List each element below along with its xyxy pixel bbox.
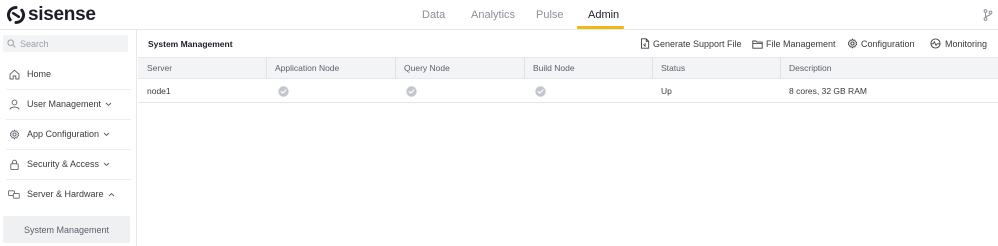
search-input[interactable] xyxy=(20,38,120,49)
sidebar-item-home[interactable]: Home xyxy=(0,59,137,89)
active-tab-indicator xyxy=(577,26,624,29)
sisense-logo-icon xyxy=(7,6,25,24)
sidebar: Home User Management App Configuration S… xyxy=(0,30,137,246)
folder-icon xyxy=(752,40,763,49)
branch-icon[interactable] xyxy=(983,9,993,21)
sidebar-item-app-configuration[interactable]: App Configuration xyxy=(0,119,137,149)
servers-icon xyxy=(8,188,20,200)
column-header-description[interactable]: Description xyxy=(780,58,832,78)
sidebar-item-label: User Management xyxy=(27,99,102,109)
main-content: System Management Generate Support File … xyxy=(138,30,998,246)
configuration-button[interactable]: Configuration xyxy=(847,30,915,57)
nav-tab-data[interactable]: Data xyxy=(422,0,445,30)
action-label: Generate Support File xyxy=(653,38,742,49)
sidebar-item-label: Home xyxy=(27,69,52,79)
sidebar-item-user-management[interactable]: User Management xyxy=(0,89,137,119)
table-header: Server Application Node Query Node Build… xyxy=(138,57,998,79)
logo-text: sisense xyxy=(28,4,96,25)
action-label: Monitoring xyxy=(945,38,988,49)
sidebar-item-label: Security & Access xyxy=(27,159,100,169)
servers-table: Server Application Node Query Node Build… xyxy=(138,57,998,103)
cell-query-node xyxy=(397,79,417,103)
sidebar-subitem-system-management[interactable]: System Management xyxy=(3,216,130,243)
column-header-build-node[interactable]: Build Node xyxy=(524,58,575,78)
cell-build-node xyxy=(526,79,546,103)
chevron-down-icon xyxy=(105,99,112,109)
search-box[interactable] xyxy=(3,35,128,52)
sidebar-item-label: App Configuration xyxy=(27,129,100,139)
check-circle-icon xyxy=(535,85,546,97)
search-icon xyxy=(7,39,16,48)
sidebar-item-label: Server & Hardware xyxy=(27,189,104,199)
sidebar-item-server-hardware[interactable]: Server & Hardware xyxy=(0,179,137,209)
chevron-up-icon xyxy=(108,189,115,199)
page-title: System Management xyxy=(148,39,233,49)
column-header-status[interactable]: Status xyxy=(652,58,685,78)
action-label: Configuration xyxy=(861,38,915,49)
cell-status: Up xyxy=(661,86,672,96)
generate-support-file-button[interactable]: Generate Support File xyxy=(640,30,742,57)
nav-tab-pulse[interactable]: Pulse xyxy=(536,0,564,30)
nav-tab-analytics[interactable]: Analytics xyxy=(471,0,515,30)
chevron-down-icon xyxy=(103,159,110,169)
column-header-query-node[interactable]: Query Node xyxy=(395,58,450,78)
sisense-logo[interactable]: sisense xyxy=(7,4,96,26)
gear-icon xyxy=(8,128,20,140)
cell-application-node xyxy=(269,79,289,103)
cell-server: node1 xyxy=(147,86,171,96)
table-row[interactable]: node1 Up 8 cores, 32 GB RAM xyxy=(138,79,998,103)
action-label: File Management xyxy=(766,38,836,49)
cell-description: 8 cores, 32 GB RAM xyxy=(789,86,867,96)
monitoring-button[interactable]: Monitoring xyxy=(929,30,987,57)
gear-icon xyxy=(847,38,858,49)
check-circle-icon xyxy=(278,85,289,97)
lock-icon xyxy=(8,158,20,170)
chevron-down-icon xyxy=(103,129,110,139)
check-circle-icon xyxy=(406,85,417,97)
user-icon xyxy=(8,98,20,110)
file-management-button[interactable]: File Management xyxy=(752,30,836,57)
column-header-server[interactable]: Server xyxy=(138,58,172,78)
top-bar: sisense Data Analytics Pulse Admin xyxy=(0,0,998,30)
home-icon xyxy=(8,68,20,80)
column-header-application-node[interactable]: Application Node xyxy=(266,58,339,78)
file-icon xyxy=(641,38,650,49)
monitoring-icon xyxy=(930,38,941,49)
sidebar-item-security-access[interactable]: Security & Access xyxy=(0,149,137,179)
